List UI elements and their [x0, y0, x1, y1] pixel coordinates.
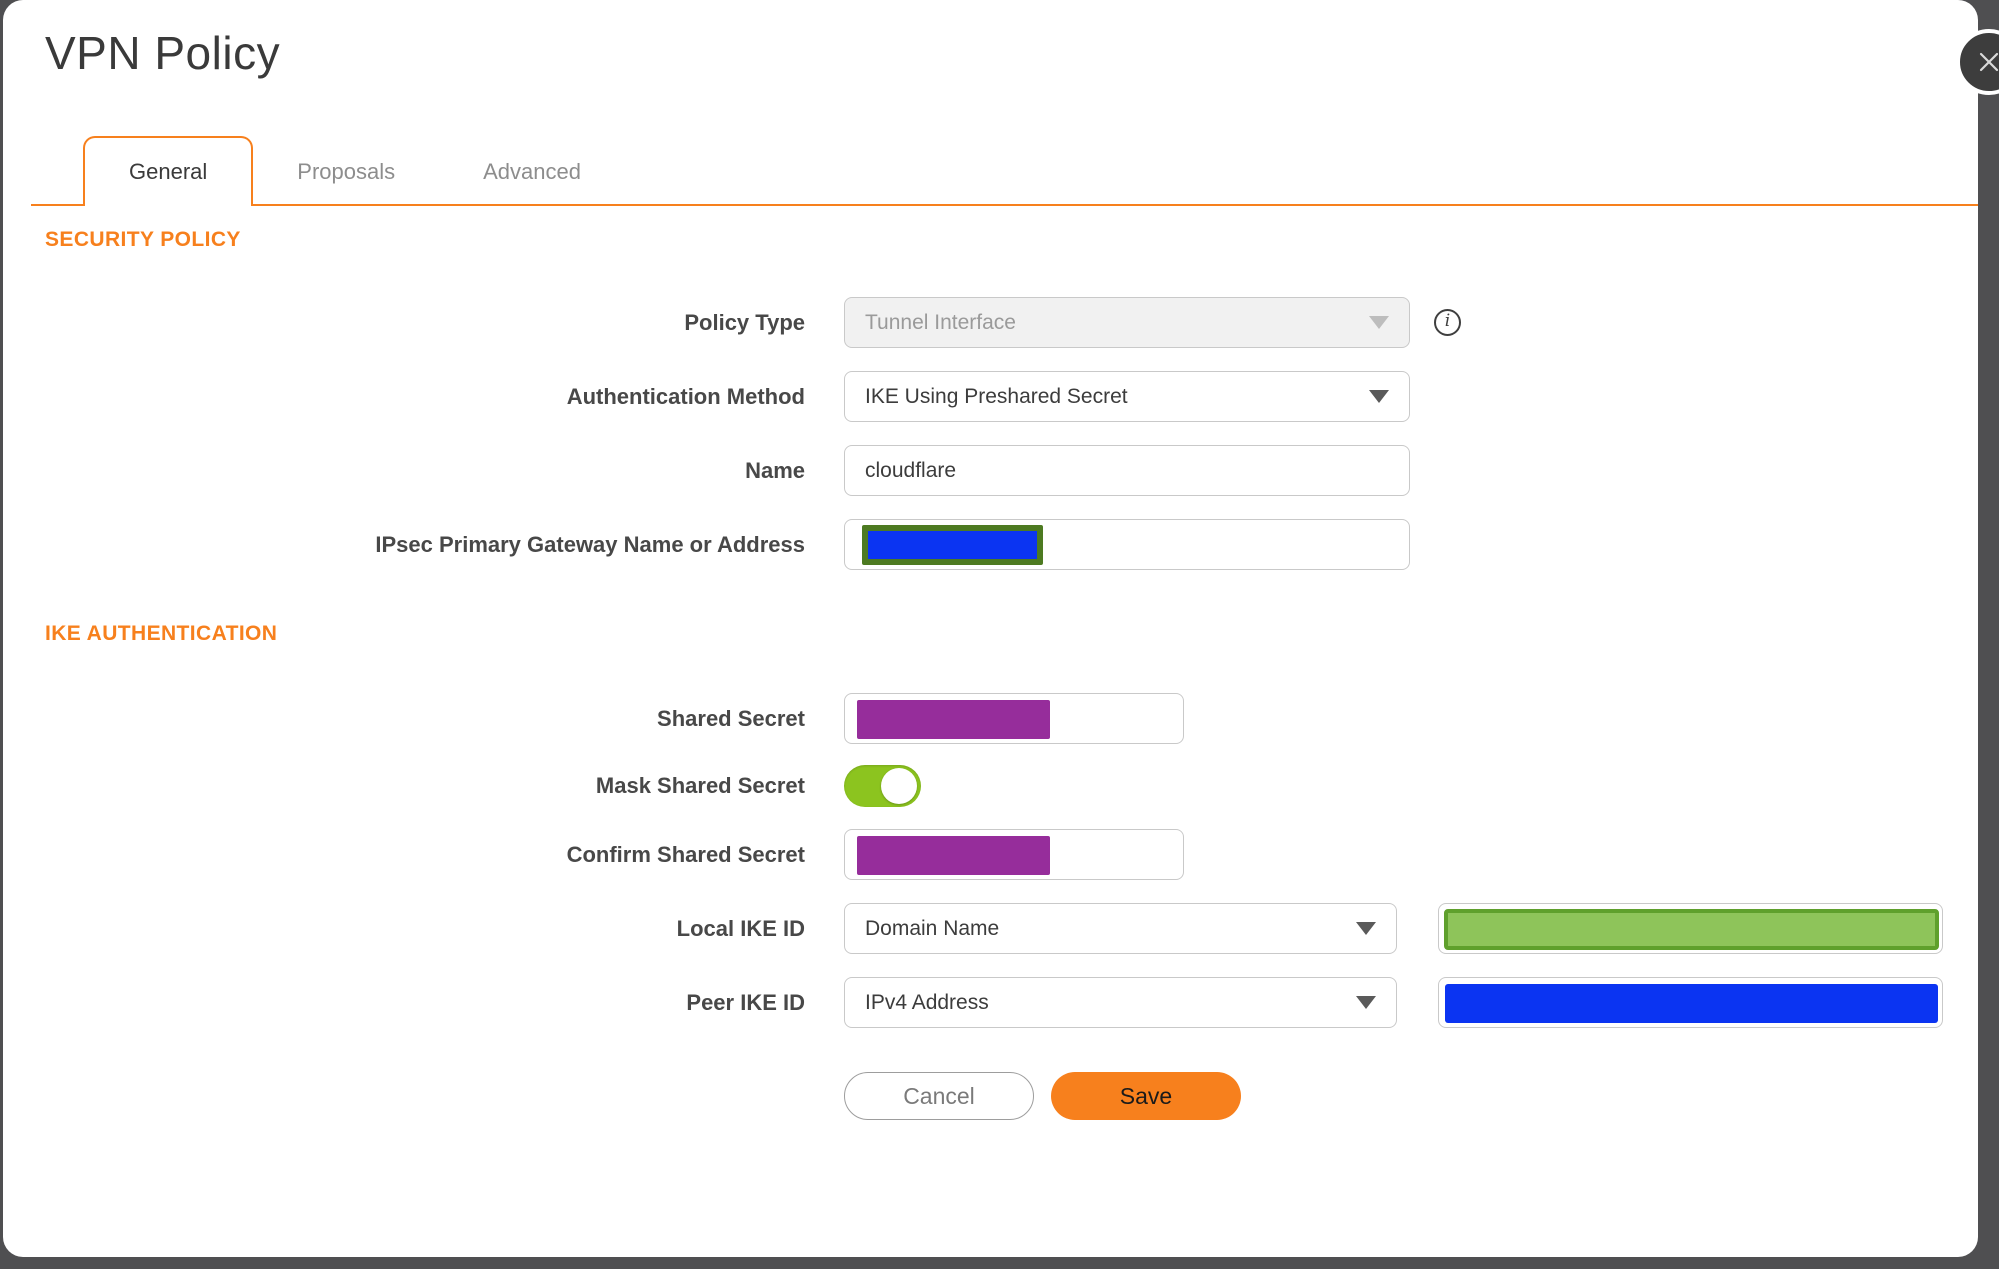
mask-shared-secret-row: Mask Shared Secret — [45, 765, 1978, 807]
tab-general-label: General — [129, 159, 208, 184]
redacted-value — [862, 525, 1043, 565]
chevron-down-icon — [1356, 922, 1376, 935]
section-heading-ike-authentication: IKE AUTHENTICATION — [45, 622, 278, 645]
confirm-shared-secret-label: Confirm Shared Secret — [566, 841, 805, 867]
cancel-button[interactable]: Cancel — [844, 1072, 1034, 1120]
peer-ike-id-label: Peer IKE ID — [686, 989, 805, 1015]
redacted-value — [1445, 984, 1938, 1023]
authentication-method-value: IKE Using Preshared Secret — [865, 384, 1128, 408]
chevron-down-icon — [1369, 390, 1389, 403]
ipsec-gateway-label: IPsec Primary Gateway Name or Address — [375, 531, 805, 557]
peer-ike-id-select[interactable]: IPv4 Address — [844, 977, 1397, 1028]
tab-general[interactable]: General — [83, 136, 254, 208]
page-title: VPN Policy — [45, 27, 281, 79]
local-ike-id-input[interactable] — [1438, 903, 1943, 954]
local-ike-id-label: Local IKE ID — [676, 915, 805, 941]
chevron-down-icon — [1356, 996, 1376, 1009]
peer-ike-id-type-value: IPv4 Address — [865, 990, 989, 1014]
peer-ike-id-input[interactable] — [1438, 977, 1943, 1028]
confirm-shared-secret-input[interactable] — [844, 829, 1184, 880]
policy-type-value: Tunnel Interface — [865, 310, 1016, 334]
name-label: Name — [745, 457, 805, 483]
tab-bar: General Proposals Advanced — [3, 136, 1978, 208]
authentication-method-label: Authentication Method — [566, 383, 805, 409]
chevron-down-icon — [1369, 316, 1389, 329]
redacted-value — [1444, 909, 1939, 950]
close-icon — [1979, 52, 1999, 72]
local-ike-id-select[interactable]: Domain Name — [844, 903, 1397, 954]
save-button[interactable]: Save — [1051, 1072, 1241, 1120]
confirm-shared-secret-row: Confirm Shared Secret — [45, 829, 1978, 880]
authentication-method-select[interactable]: IKE Using Preshared Secret — [844, 371, 1410, 422]
policy-type-select: Tunnel Interface — [844, 297, 1410, 348]
local-ike-id-type-value: Domain Name — [865, 916, 1000, 940]
redacted-value — [857, 700, 1050, 739]
shared-secret-row: Shared Secret — [45, 693, 1978, 744]
shared-secret-label: Shared Secret — [657, 705, 805, 731]
peer-ike-id-row: Peer IKE ID IPv4 Address — [45, 977, 1978, 1028]
tab-advanced-label: Advanced — [483, 159, 581, 184]
tab-proposals-label: Proposals — [297, 159, 396, 184]
name-input[interactable] — [844, 445, 1410, 496]
section-heading-security-policy: SECURITY POLICY — [45, 228, 241, 251]
ipsec-gateway-input[interactable] — [844, 519, 1410, 570]
policy-type-label: Policy Type — [684, 309, 805, 335]
local-ike-id-row: Local IKE ID Domain Name — [45, 903, 1978, 954]
dialog-actions-row: Cancel Save — [45, 1072, 1978, 1120]
info-icon[interactable]: i — [1434, 309, 1461, 336]
vpn-policy-modal: VPN Policy General Proposals Advanced SE… — [3, 0, 1978, 1257]
mask-shared-secret-toggle[interactable] — [844, 765, 921, 807]
tab-content-general: SECURITY POLICY Policy Type Tunnel Inter… — [3, 228, 1978, 1120]
tab-advanced[interactable]: Advanced — [439, 138, 625, 206]
ipsec-gateway-row: IPsec Primary Gateway Name or Address — [45, 519, 1978, 570]
redacted-value — [857, 836, 1050, 875]
mask-shared-secret-label: Mask Shared Secret — [595, 773, 805, 798]
toggle-knob — [881, 768, 917, 804]
vpn-policy-dialog-page: VPN Policy General Proposals Advanced SE… — [0, 0, 1999, 1269]
name-row: Name — [45, 445, 1978, 496]
shared-secret-input[interactable] — [844, 693, 1184, 744]
authentication-method-row: Authentication Method IKE Using Preshare… — [45, 371, 1978, 422]
policy-type-row: Policy Type Tunnel Interface i — [45, 297, 1978, 348]
tab-proposals[interactable]: Proposals — [253, 138, 439, 206]
